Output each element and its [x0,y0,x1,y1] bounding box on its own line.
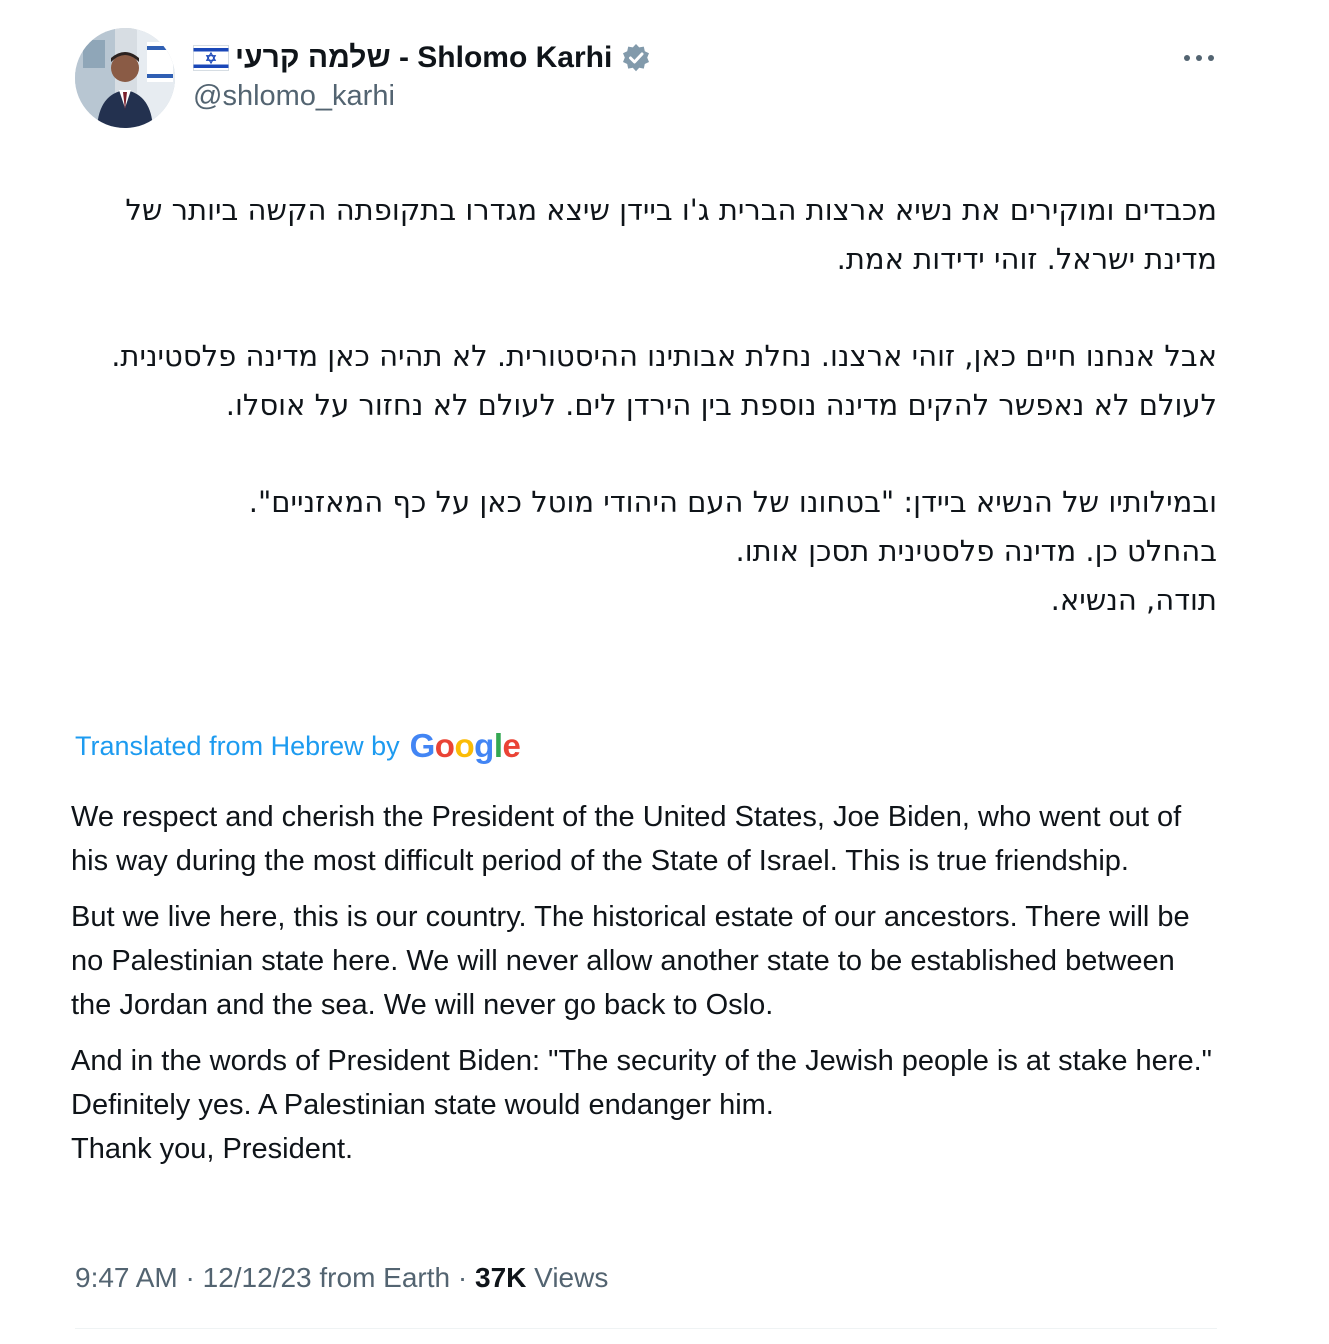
translation-label: Translated from Hebrew by [75,730,400,761]
english-paragraph: And in the words of President Biden: "Th… [71,1045,1212,1165]
tweet-text-hebrew: מכבדים ומוקירים את נשיא ארצות הברית ג'ו … [75,186,1217,625]
views-count: 37K [475,1262,527,1293]
english-paragraph: But we live here, this is our country. T… [71,901,1190,1021]
tweet-metadata: 9:47 AM · 12/12/23 from Earth · 37K View… [75,1262,608,1294]
tweet-time-link[interactable]: 9:47 AM [75,1262,178,1293]
tweet-text-translation: We respect and cherish the President of … [71,795,1221,1171]
display-name[interactable]: שלמה קרעי - Shlomo Karhi [193,36,652,80]
english-paragraph: We respect and cherish the President of … [71,801,1182,877]
verified-badge-icon [620,42,652,74]
display-name-text: שלמה קרעי - Shlomo Karhi [235,41,613,74]
more-horizontal-icon[interactable] [1180,48,1218,68]
hebrew-paragraph: מכבדים ומוקירים את נשיא ארצות הברית ג'ו … [125,193,1217,276]
divider [75,1328,1217,1329]
google-logo: Google [409,727,521,764]
user-handle[interactable]: @shlomo_karhi [193,80,395,113]
avatar[interactable] [75,28,175,128]
hebrew-paragraph: אבל אנחנו חיים כאן, זוהי ארצנו. נחלת אבו… [111,339,1217,422]
hebrew-paragraph: ובמילותיו של הנשיא ביידן: "בטחונו של העם… [248,485,1217,617]
avatar-photo [75,28,175,128]
israel-flag-icon [193,45,229,71]
meta-separator: · [185,1262,195,1293]
tweet-source: from Earth [319,1262,451,1293]
translation-attribution-link[interactable]: Translated from Hebrew by Google [75,726,521,766]
views-label: Views [534,1262,609,1293]
tweet-date-link[interactable]: 12/12/23 [203,1262,312,1293]
meta-separator: · [457,1262,468,1293]
